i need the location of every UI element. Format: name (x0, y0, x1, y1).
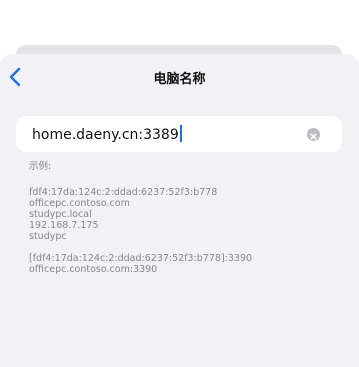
example-item: officepc.contoso.com:3390 (29, 264, 158, 275)
example-item: [fdf4:17da:124c:2:ddad:6237:52f3:b778]:3… (29, 253, 253, 264)
text-caret (179, 125, 182, 142)
computer-name-value[interactable]: home.daeny.cn:3389 (32, 125, 182, 143)
example-item: studypc.local (29, 209, 92, 220)
page-title: 电脑名称 (153, 72, 206, 87)
examples-header: 示例: (29, 161, 52, 172)
examples-section: 示例: fdf4:17da:124c:2:ddad:6237:52f3:b778… (29, 161, 339, 275)
nav-bar: 电脑名称 (0, 54, 359, 100)
example-item: officepc.contoso.com (29, 198, 130, 209)
example-item: 192.168.7.175 (29, 220, 99, 231)
clear-circle-icon (310, 133, 317, 140)
example-item: fdf4:17da:124c:2:ddad:6237:52f3:b778 (29, 187, 218, 198)
computer-name-sheet: 电脑名称 home.daeny.cn:3389 示例: fdf4:17da:12… (0, 54, 359, 367)
computer-name-input[interactable]: home.daeny.cn:3389 (16, 116, 342, 152)
examples-spacer (29, 242, 339, 253)
example-item: studypc (29, 231, 67, 242)
input-text: home.daeny.cn:3389 (32, 127, 179, 143)
clear-button[interactable] (307, 128, 320, 141)
